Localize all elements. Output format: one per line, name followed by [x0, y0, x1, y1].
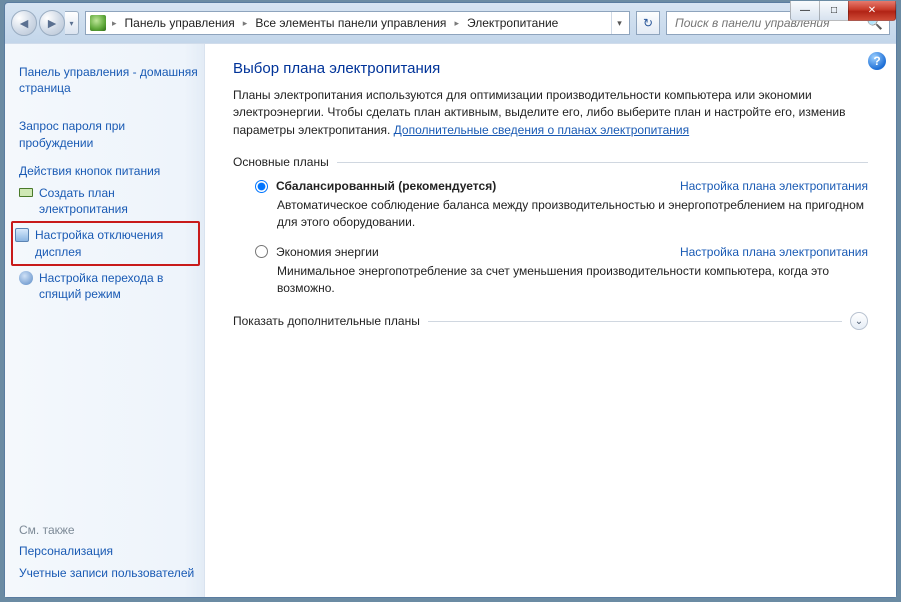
basic-plans-legend: Основные планы [233, 155, 329, 169]
plan-energy-saver-radio[interactable] [255, 245, 268, 258]
plan-energy-saver-name: Экономия энергии [276, 245, 379, 259]
divider [428, 321, 842, 322]
minimize-button[interactable]: — [790, 1, 820, 21]
plan-energy-saver-settings-link[interactable]: Настройка плана электропитания [680, 245, 868, 259]
plan-energy-saver-desc: Минимальное энергопотребление за счет ум… [277, 263, 868, 297]
plan-balanced-desc: Автоматическое соблюдение баланса между … [277, 197, 868, 231]
plan-balanced-radio-label[interactable]: Сбалансированный (рекомендуется) [255, 179, 496, 193]
chevron-right-icon: ▸ [452, 18, 461, 29]
sleep-icon [19, 271, 33, 285]
refresh-icon: ↻ [643, 16, 653, 30]
sidebar-item-display-off[interactable]: Настройка отключения дисплея [35, 227, 194, 259]
show-additional-plans-label: Показать дополнительные планы [233, 314, 420, 328]
close-button[interactable]: ✕ [848, 1, 896, 21]
chevron-right-icon: ▸ [241, 18, 250, 29]
help-icon[interactable]: ? [868, 52, 886, 70]
see-also-personalization[interactable]: Персонализация [19, 543, 198, 559]
control-panel-icon [90, 15, 106, 31]
page-title: Выбор плана электропитания [233, 60, 868, 77]
refresh-button[interactable]: ↻ [636, 11, 660, 35]
control-panel-home-link[interactable]: Панель управления - домашняя страница [19, 64, 198, 96]
back-button[interactable]: ◄ [11, 10, 37, 36]
plan-balanced-settings-link[interactable]: Настройка плана электропитания [680, 179, 868, 193]
intro-help-link[interactable]: Дополнительные сведения о планах электро… [394, 123, 689, 137]
plan-balanced-name: Сбалансированный (рекомендуется) [276, 179, 496, 193]
sidebar-item-password-on-wake[interactable]: Запрос пароля при пробуждении [19, 118, 198, 150]
sidebar-item-create-plan[interactable]: Создать план электропитания [39, 185, 198, 217]
display-icon [15, 228, 29, 242]
sidebar-item-sleep[interactable]: Настройка перехода в спящий режим [39, 270, 198, 302]
maximize-button[interactable]: □ [819, 1, 849, 21]
history-dropdown[interactable]: ▾ [65, 11, 79, 35]
breadcrumb[interactable]: Электропитание [465, 16, 560, 30]
show-additional-plans[interactable]: Показать дополнительные планы ⌄ [233, 312, 868, 330]
address-bar[interactable]: ▸ Панель управления ▸ Все элементы панел… [85, 11, 630, 35]
address-dropdown[interactable]: ▾ [611, 12, 627, 34]
divider [337, 162, 868, 163]
see-also-heading: См. также [19, 523, 198, 537]
plan-balanced-radio[interactable] [255, 180, 268, 193]
intro-text: Планы электропитания используются для оп… [233, 87, 868, 139]
battery-icon [19, 188, 33, 197]
plan-energy-saver-radio-label[interactable]: Экономия энергии [255, 245, 379, 259]
sidebar-item-power-buttons[interactable]: Действия кнопок питания [19, 163, 198, 179]
breadcrumb[interactable]: Панель управления [123, 16, 237, 30]
chevron-right-icon: ▸ [110, 18, 119, 29]
chevron-down-icon[interactable]: ⌄ [850, 312, 868, 330]
highlighted-sidebar-item: Настройка отключения дисплея [11, 221, 200, 265]
see-also-user-accounts[interactable]: Учетные записи пользователей [19, 565, 198, 581]
forward-button[interactable]: ► [39, 10, 65, 36]
breadcrumb[interactable]: Все элементы панели управления [253, 16, 448, 30]
